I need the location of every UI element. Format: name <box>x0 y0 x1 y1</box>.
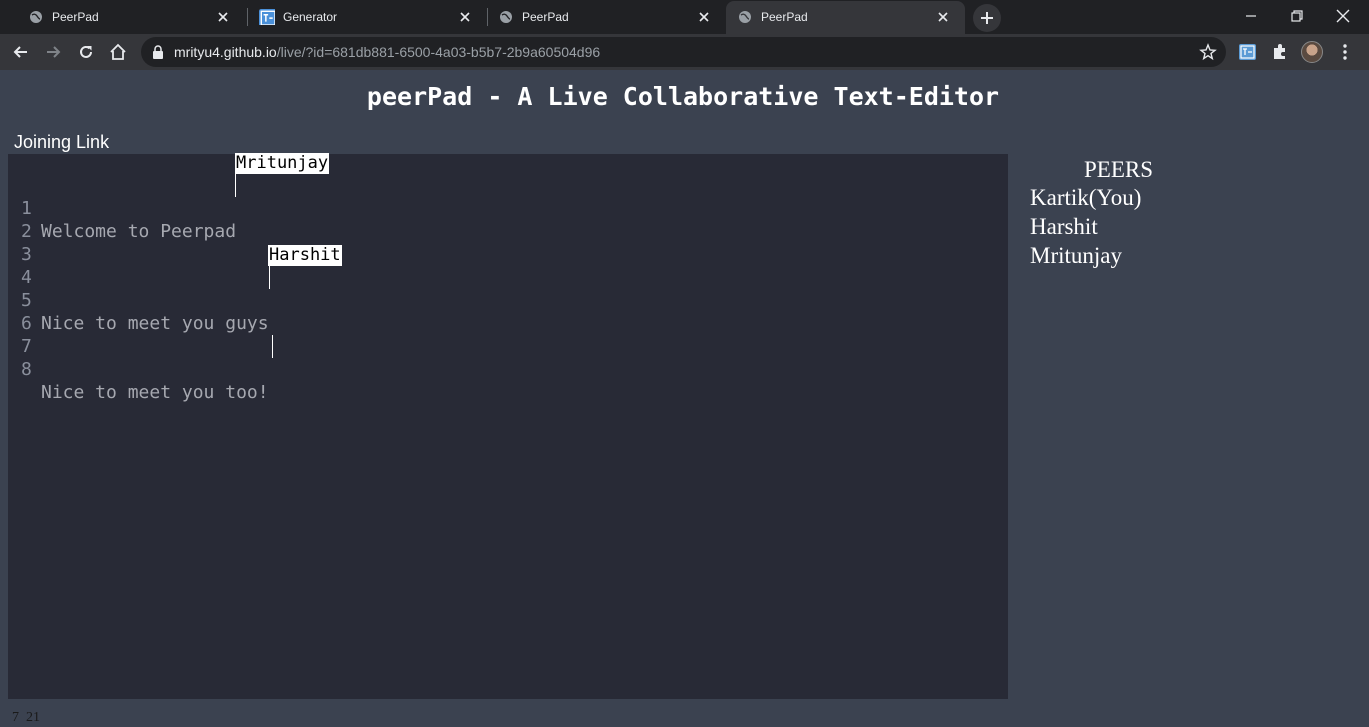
browser-tab[interactable]: PeerPad <box>487 0 726 34</box>
browser-tab-active[interactable]: PeerPad <box>726 1 965 35</box>
remote-cursor <box>269 266 270 289</box>
profile-avatar[interactable] <box>1301 41 1323 63</box>
close-icon[interactable] <box>696 9 712 25</box>
remote-cursor-label: Mritunjay <box>235 153 330 174</box>
peer-item: Mritunjay <box>1030 243 1122 268</box>
editor-line[interactable]: 8 Nice to meet you too! <box>8 335 269 403</box>
reload-icon[interactable] <box>76 42 96 62</box>
editor-line[interactable]: 6 <box>8 289 73 334</box>
back-arrow-icon[interactable] <box>11 42 31 62</box>
globe-icon <box>500 11 512 23</box>
browser-tabstrip: PeerPad Generator PeerPad PeerPad <box>0 0 1369 35</box>
browser-tab[interactable]: PeerPad <box>8 0 245 34</box>
bookmark-star-icon[interactable] <box>1199 43 1217 61</box>
url-text[interactable]: mrityu4.github.io/live/?id=681db881-6500… <box>174 44 600 60</box>
tab-title: PeerPad <box>761 10 808 24</box>
cursor-position-status: 7 21 <box>12 710 40 725</box>
tab-generator-icon <box>259 9 275 25</box>
editor-line[interactable]: 3 <box>8 220 73 265</box>
new-tab-button[interactable] <box>973 4 1001 32</box>
address-bar[interactable]: mrityu4.github.io/live/?id=681db881-6500… <box>141 37 1226 67</box>
globe-icon <box>30 11 42 23</box>
close-icon[interactable] <box>457 9 473 25</box>
line-text[interactable]: Nice to meet you guys <box>41 312 269 335</box>
plus-icon <box>981 12 993 24</box>
peer-item: Kartik(You) <box>1030 185 1142 210</box>
close-window-icon[interactable] <box>1333 6 1353 26</box>
globe-icon <box>739 11 751 23</box>
local-cursor <box>272 335 273 358</box>
line-text[interactable]: Nice to meet you too! <box>41 381 269 404</box>
editor-line[interactable]: 1 Welcome to Peerpad <box>8 174 236 242</box>
text-editor[interactable]: 1 Welcome to Peerpad 2 3 4 5 Nice to mee… <box>8 153 1008 699</box>
extension-app-icon[interactable] <box>1238 42 1258 62</box>
close-icon[interactable] <box>215 9 231 25</box>
peer-item: Harshit <box>1030 214 1098 239</box>
tab-title: PeerPad <box>522 10 569 24</box>
joining-link[interactable]: Joining Link <box>14 132 109 153</box>
tab-title: Generator <box>283 10 338 24</box>
line-number: 8 <box>21 359 32 380</box>
editor-line[interactable]: 4 <box>8 243 73 288</box>
extensions-puzzle-icon[interactable] <box>1270 42 1290 62</box>
minimize-icon[interactable] <box>1241 6 1261 26</box>
forward-arrow-icon[interactable] <box>43 42 63 62</box>
more-menu-icon[interactable] <box>1335 42 1355 62</box>
peers-title: PEERS <box>1084 157 1154 182</box>
url-path: /live/?id=681db881-6500-4a03-b5b7-2b9a60… <box>276 44 601 60</box>
lock-icon[interactable] <box>151 45 165 59</box>
page-title: peerPad - A Live Collaborative Text-Edit… <box>366 82 1000 111</box>
remote-cursor <box>235 174 236 197</box>
browser-tab[interactable]: Generator <box>247 0 487 34</box>
close-icon[interactable] <box>935 9 951 25</box>
page-content: peerPad - A Live Collaborative Text-Edit… <box>0 70 1369 727</box>
restore-icon[interactable] <box>1287 6 1307 26</box>
browser-toolbar: mrityu4.github.io/live/?id=681db881-6500… <box>0 34 1369 70</box>
tab-title: PeerPad <box>52 10 99 24</box>
editor-line[interactable]: 2 <box>8 197 73 242</box>
home-icon[interactable] <box>108 42 128 62</box>
editor-line[interactable]: 7 <box>8 312 73 357</box>
remote-cursor-label: Harshit <box>268 245 342 266</box>
url-host: mrityu4.github.io <box>174 44 277 60</box>
editor-line[interactable]: 5 Nice to meet you guys <box>8 266 269 334</box>
